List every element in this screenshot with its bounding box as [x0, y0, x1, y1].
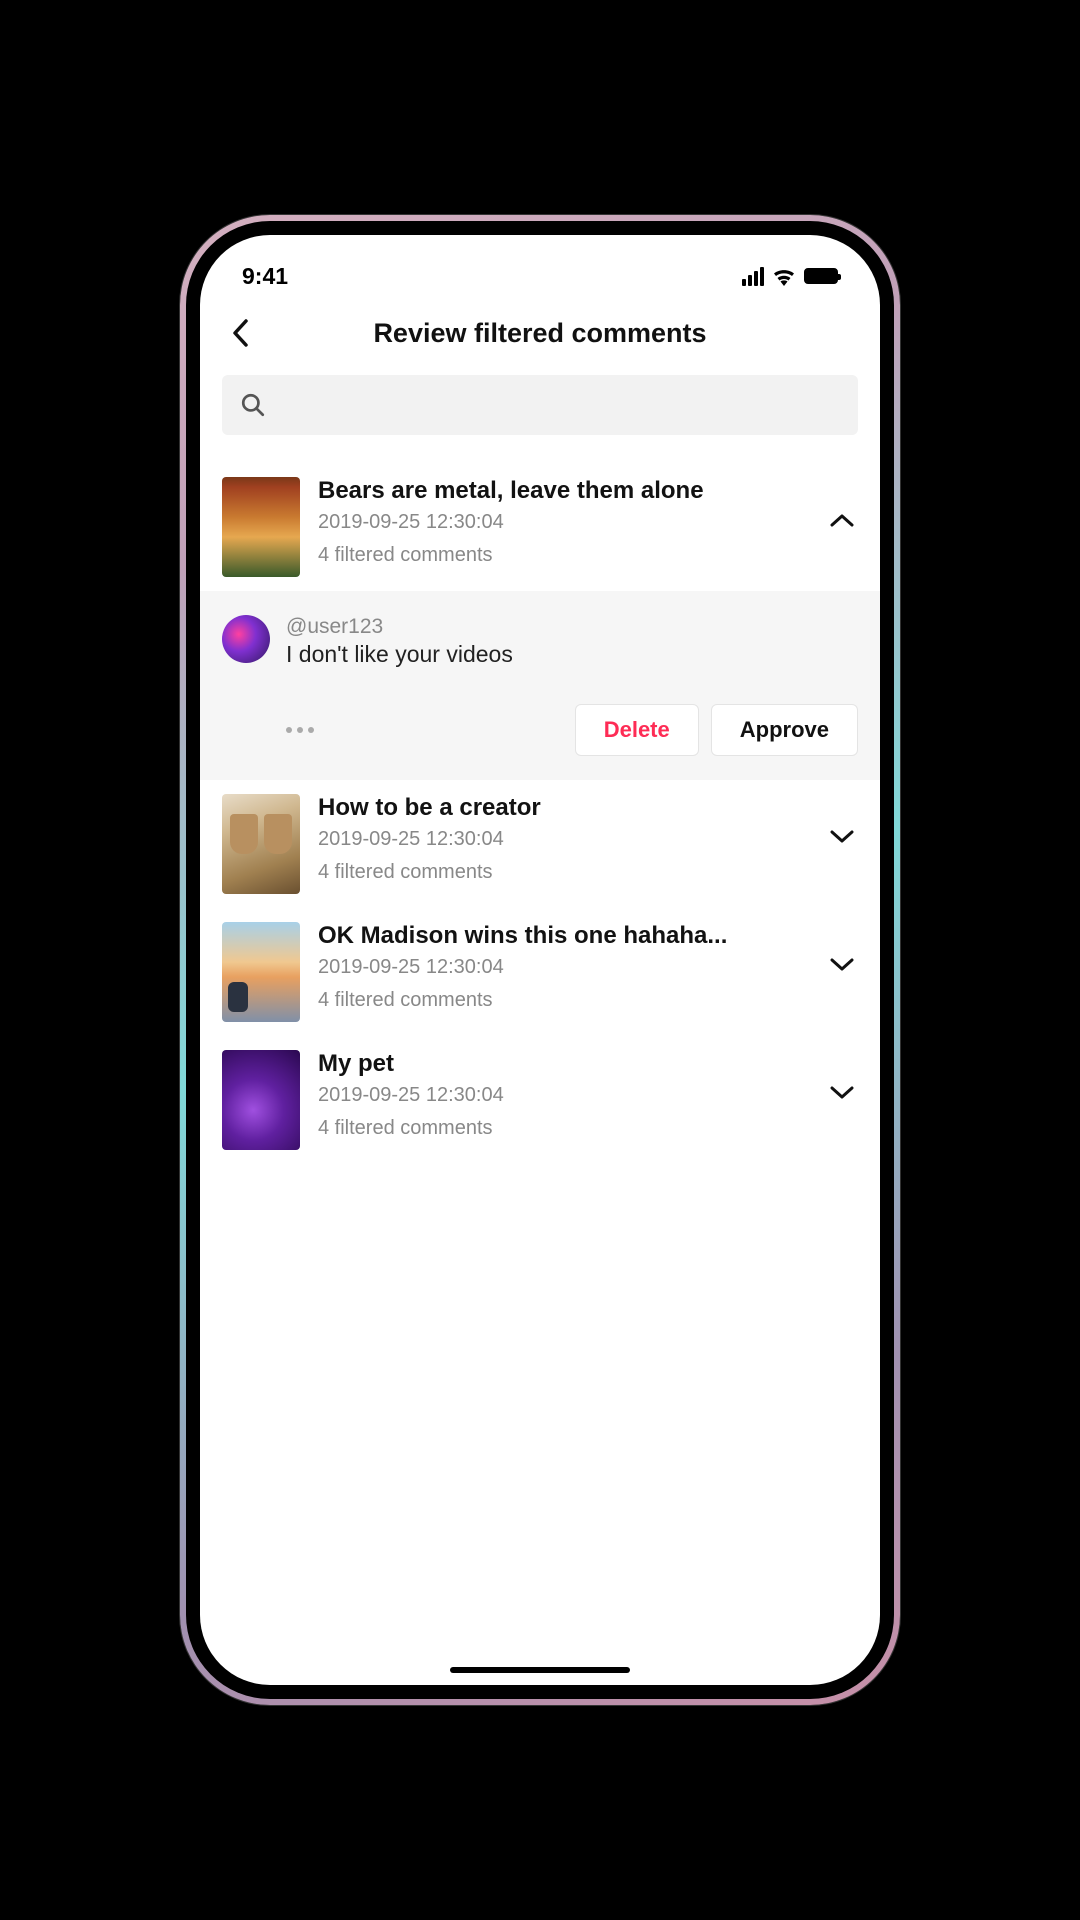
battery-icon [804, 268, 838, 284]
video-item[interactable]: My pet 2019-09-25 12:30:04 4 filtered co… [200, 1036, 880, 1164]
chevron-down-icon [830, 958, 854, 972]
video-item[interactable]: OK Madison wins this one hahaha... 2019-… [200, 908, 880, 1036]
video-title: My pet [318, 1050, 808, 1078]
chevron-down-icon [830, 1086, 854, 1100]
search-input[interactable] [222, 375, 858, 435]
video-item[interactable]: Bears are metal, leave them alone 2019-0… [200, 463, 880, 591]
expand-button[interactable] [826, 830, 858, 844]
video-thumbnail [222, 1050, 300, 1150]
delete-button[interactable]: Delete [575, 704, 699, 756]
status-icons [742, 266, 838, 286]
comment-row: @user123 I don't like your videos [222, 615, 858, 668]
chevron-left-icon [232, 319, 248, 347]
phone-bezel: 9:41 Review filtered comments Bears are … [186, 221, 894, 1699]
comment-text: I don't like your videos [286, 641, 858, 668]
video-date: 2019-09-25 12:30:04 [318, 956, 808, 979]
page-title: Review filtered comments [200, 318, 880, 349]
video-filtered-count: 4 filtered comments [318, 1117, 808, 1140]
video-thumbnail [222, 477, 300, 577]
video-info: OK Madison wins this one hahaha... 2019-… [318, 922, 808, 1012]
status-bar: 9:41 [200, 235, 880, 299]
video-title: Bears are metal, leave them alone [318, 477, 808, 505]
video-info: My pet 2019-09-25 12:30:04 4 filtered co… [318, 1050, 808, 1140]
back-button[interactable] [222, 315, 258, 351]
chevron-down-icon [830, 830, 854, 844]
video-date: 2019-09-25 12:30:04 [318, 1084, 808, 1107]
video-filtered-count: 4 filtered comments [318, 989, 808, 1012]
video-title: How to be a creator [318, 794, 808, 822]
avatar[interactable] [222, 615, 270, 663]
video-filtered-count: 4 filtered comments [318, 544, 808, 567]
video-info: Bears are metal, leave them alone 2019-0… [318, 477, 808, 567]
video-filtered-count: 4 filtered comments [318, 861, 808, 884]
screen: 9:41 Review filtered comments Bears are … [200, 235, 880, 1685]
expand-button[interactable] [826, 1086, 858, 1100]
comment-actions: Delete Approve [222, 704, 858, 756]
comment-body: @user123 I don't like your videos [286, 615, 858, 668]
video-thumbnail [222, 794, 300, 894]
expand-button[interactable] [826, 958, 858, 972]
wifi-icon [772, 266, 796, 286]
more-button[interactable] [286, 727, 314, 733]
video-title: OK Madison wins this one hahaha... [318, 922, 808, 950]
comment-username[interactable]: @user123 [286, 615, 858, 639]
search-icon [240, 392, 266, 418]
cellular-icon [742, 267, 764, 286]
video-date: 2019-09-25 12:30:04 [318, 828, 808, 851]
video-thumbnail [222, 922, 300, 1022]
comment-panel: @user123 I don't like your videos Delete… [200, 591, 880, 780]
video-info: How to be a creator 2019-09-25 12:30:04 … [318, 794, 808, 884]
status-time: 9:41 [242, 263, 288, 290]
header: Review filtered comments [200, 299, 880, 375]
video-item[interactable]: How to be a creator 2019-09-25 12:30:04 … [200, 780, 880, 908]
approve-button[interactable]: Approve [711, 704, 858, 756]
collapse-button[interactable] [826, 513, 858, 527]
home-indicator[interactable] [450, 1667, 630, 1673]
phone-frame: 9:41 Review filtered comments Bears are … [180, 215, 900, 1705]
chevron-up-icon [830, 513, 854, 527]
video-date: 2019-09-25 12:30:04 [318, 511, 808, 534]
